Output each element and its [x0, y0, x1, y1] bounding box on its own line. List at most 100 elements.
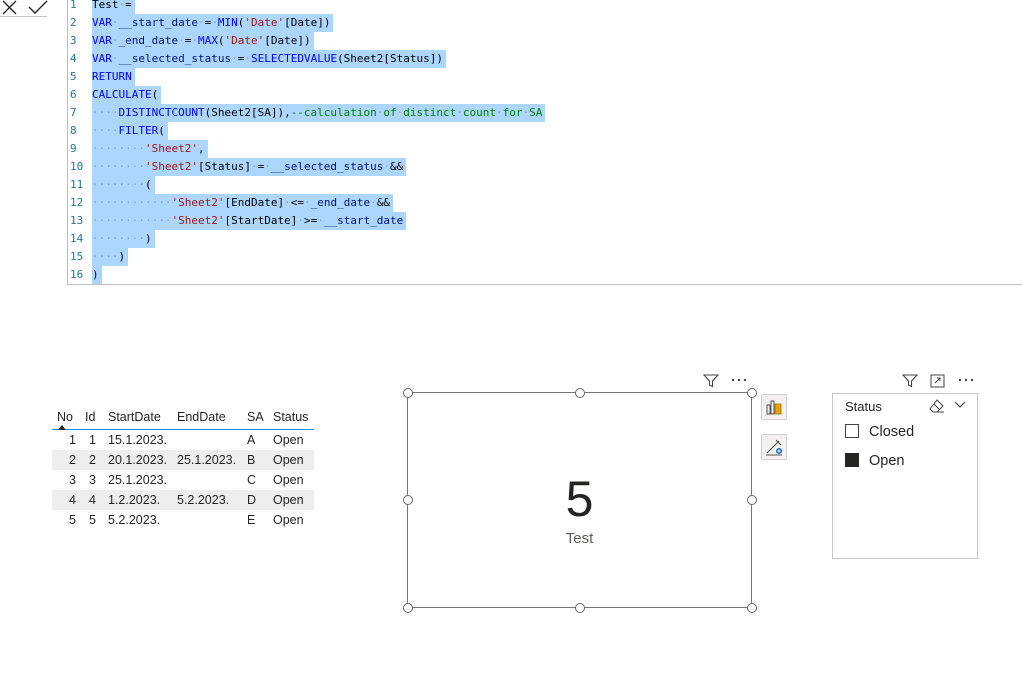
- format-visual-button[interactable]: [761, 394, 787, 420]
- code-text[interactable]: ········'Sheet2',: [92, 140, 208, 158]
- slicer-filter-icon[interactable]: [902, 374, 918, 388]
- code-text[interactable]: CALCULATE(: [92, 86, 162, 104]
- code-line[interactable]: 16): [68, 266, 968, 284]
- line-number: 3: [70, 34, 77, 47]
- code-text[interactable]: VAR·__selected_status·=·SELECTEDVALUE(Sh…: [92, 50, 447, 68]
- code-line[interactable]: 1 Test·=: [68, 0, 968, 14]
- code-line[interactable]: 4 VAR·__selected_status·=·SELECTEDVALUE(S…: [68, 50, 968, 68]
- checkbox-closed[interactable]: [845, 424, 859, 438]
- code-line[interactable]: 3 VAR·_end_date·=·MAX('Date'[Date]): [68, 32, 968, 50]
- cell-status: Open: [273, 453, 304, 467]
- resize-handle-top-left[interactable]: [403, 388, 413, 398]
- code-line[interactable]: 15 ····): [68, 248, 968, 266]
- code-line[interactable]: 8 ····FILTER(: [68, 122, 968, 140]
- filter-icon[interactable]: [703, 374, 719, 388]
- code-line[interactable]: 7 ····DISTINCTCOUNT(Sheet2[SA]),--calcula…: [68, 104, 968, 122]
- resize-handle-top-center[interactable]: [575, 388, 585, 398]
- cell-id: 2: [89, 453, 96, 467]
- table-row[interactable]: 4 4 1.2.2023. 5.2.2023. D Open: [52, 490, 314, 510]
- resize-handle-middle-right[interactable]: [747, 495, 757, 505]
- card-visual[interactable]: 5 Test: [407, 392, 752, 608]
- resize-handle-middle-left[interactable]: [403, 495, 413, 505]
- code-text[interactable]: ····): [92, 248, 129, 266]
- cancel-formula-button[interactable]: [0, 0, 20, 16]
- code-line[interactable]: 9 ········'Sheet2',: [68, 140, 968, 158]
- cell-status: Open: [273, 513, 304, 527]
- code-text[interactable]: ········): [92, 230, 155, 248]
- formula-bar: 1 Test·= 2 VAR·__start_date·=·MIN('Date'[Da…: [0, 0, 1022, 286]
- code-line[interactable]: 2 VAR·__start_date·=·MIN('Date'[Date]): [68, 14, 968, 32]
- slicer-item-label: Closed: [869, 424, 915, 440]
- line-number: 4: [70, 52, 77, 65]
- line-number: 7: [70, 106, 77, 119]
- checkmark-icon: [28, 0, 48, 14]
- code-text[interactable]: RETURN: [92, 68, 135, 86]
- cell-id: 1: [89, 433, 96, 447]
- table-body: 1 1 15.1.2023. A Open 2 2 20.1.2023. 25.1.2023. B…: [52, 430, 314, 530]
- code-text[interactable]: ····FILTER(: [92, 122, 168, 140]
- table-row[interactable]: 3 3 25.1.2023. C Open: [52, 470, 314, 490]
- eraser-icon[interactable]: [929, 399, 945, 413]
- table-row[interactable]: 2 2 20.1.2023. 25.1.2023. B Open: [52, 450, 314, 470]
- cell-no: 4: [69, 493, 76, 507]
- focus-mode-icon[interactable]: [930, 374, 945, 388]
- column-header-enddate[interactable]: EndDate: [177, 405, 226, 429]
- line-number: 10: [70, 160, 84, 173]
- table-row[interactable]: 1 1 15.1.2023. A Open: [52, 430, 314, 450]
- line-number: 14: [70, 232, 84, 245]
- cell-sa: C: [247, 473, 257, 487]
- resize-handle-bottom-center[interactable]: [575, 603, 585, 613]
- code-text[interactable]: ····DISTINCTCOUNT(Sheet2[SA]),--calculat…: [92, 104, 546, 122]
- slicer-more-options-icon[interactable]: [958, 377, 974, 383]
- checkbox-open[interactable]: [845, 453, 859, 467]
- code-line[interactable]: 12 ············'Sheet2'[EndDate]·<=·_end_…: [68, 194, 968, 212]
- format-visual-icon: [766, 400, 782, 415]
- column-header-sa[interactable]: SA: [247, 405, 264, 429]
- line-number: 2: [70, 16, 77, 29]
- code-text[interactable]: VAR·__start_date·=·MIN('Date'[Date]): [92, 14, 334, 32]
- cell-status: Open: [273, 493, 304, 507]
- cell-id: 3: [89, 473, 96, 487]
- code-text[interactable]: ········'Sheet2'[Status]·=·__selected_st…: [92, 158, 407, 176]
- line-number: 5: [70, 70, 77, 83]
- x-icon: [2, 0, 17, 15]
- code-line[interactable]: 5 RETURN: [68, 68, 968, 86]
- code-text[interactable]: VAR·_end_date·=·MAX('Date'[Date]): [92, 32, 314, 50]
- table-row[interactable]: 5 5 5.2.2023. E Open: [52, 510, 314, 530]
- cell-sa: D: [247, 493, 257, 507]
- cell-startdate: 1.2.2023.: [108, 493, 161, 507]
- cell-no: 1: [69, 433, 76, 447]
- status-slicer[interactable]: Status Closed Open: [832, 393, 978, 559]
- column-header-id[interactable]: Id: [85, 405, 97, 429]
- more-options-icon[interactable]: [731, 377, 747, 383]
- column-header-startdate[interactable]: StartDate: [108, 405, 161, 429]
- commit-formula-button[interactable]: [27, 0, 48, 16]
- cell-startdate: 15.1.2023.: [108, 433, 168, 447]
- column-header-status[interactable]: Status: [273, 405, 308, 429]
- code-line[interactable]: 11 ········(: [68, 176, 968, 194]
- cell-status: Open: [273, 473, 304, 487]
- code-line[interactable]: 10 ········'Sheet2'[Status]·=·__selected_…: [68, 158, 968, 176]
- cell-sa: E: [247, 513, 256, 527]
- cell-no: 2: [69, 453, 76, 467]
- cell-id: 5: [89, 513, 96, 527]
- code-line[interactable]: 13 ············'Sheet2'[StartDate]·>=·__s…: [68, 212, 968, 230]
- code-line[interactable]: 14 ········): [68, 230, 968, 248]
- resize-handle-bottom-right[interactable]: [747, 603, 757, 613]
- resize-handle-top-right[interactable]: [747, 388, 757, 398]
- code-text[interactable]: ············'Sheet2'[EndDate]·<=·_end_da…: [92, 194, 394, 212]
- card-label: Test: [565, 530, 594, 547]
- code-text[interactable]: ············'Sheet2'[StartDate]·>=·__sta…: [92, 212, 407, 230]
- line-number: 9: [70, 142, 77, 155]
- table-visual[interactable]: No Id StartDate EndDate SA Status 1 1 15.1…: [52, 405, 314, 530]
- chevron-down-icon[interactable]: [954, 400, 966, 410]
- code-text[interactable]: ): [92, 266, 102, 284]
- code-text[interactable]: Test·=: [92, 0, 135, 14]
- analytics-button[interactable]: [761, 434, 787, 460]
- cell-startdate: 25.1.2023.: [108, 473, 168, 487]
- dax-editor[interactable]: 1 Test·= 2 VAR·__start_date·=·MIN('Date'[Da…: [67, 0, 1022, 285]
- resize-handle-bottom-left[interactable]: [403, 603, 413, 613]
- table-header-row: No Id StartDate EndDate SA Status: [52, 405, 314, 430]
- code-line[interactable]: 6 CALCULATE(: [68, 86, 968, 104]
- code-text[interactable]: ········(: [92, 176, 155, 194]
